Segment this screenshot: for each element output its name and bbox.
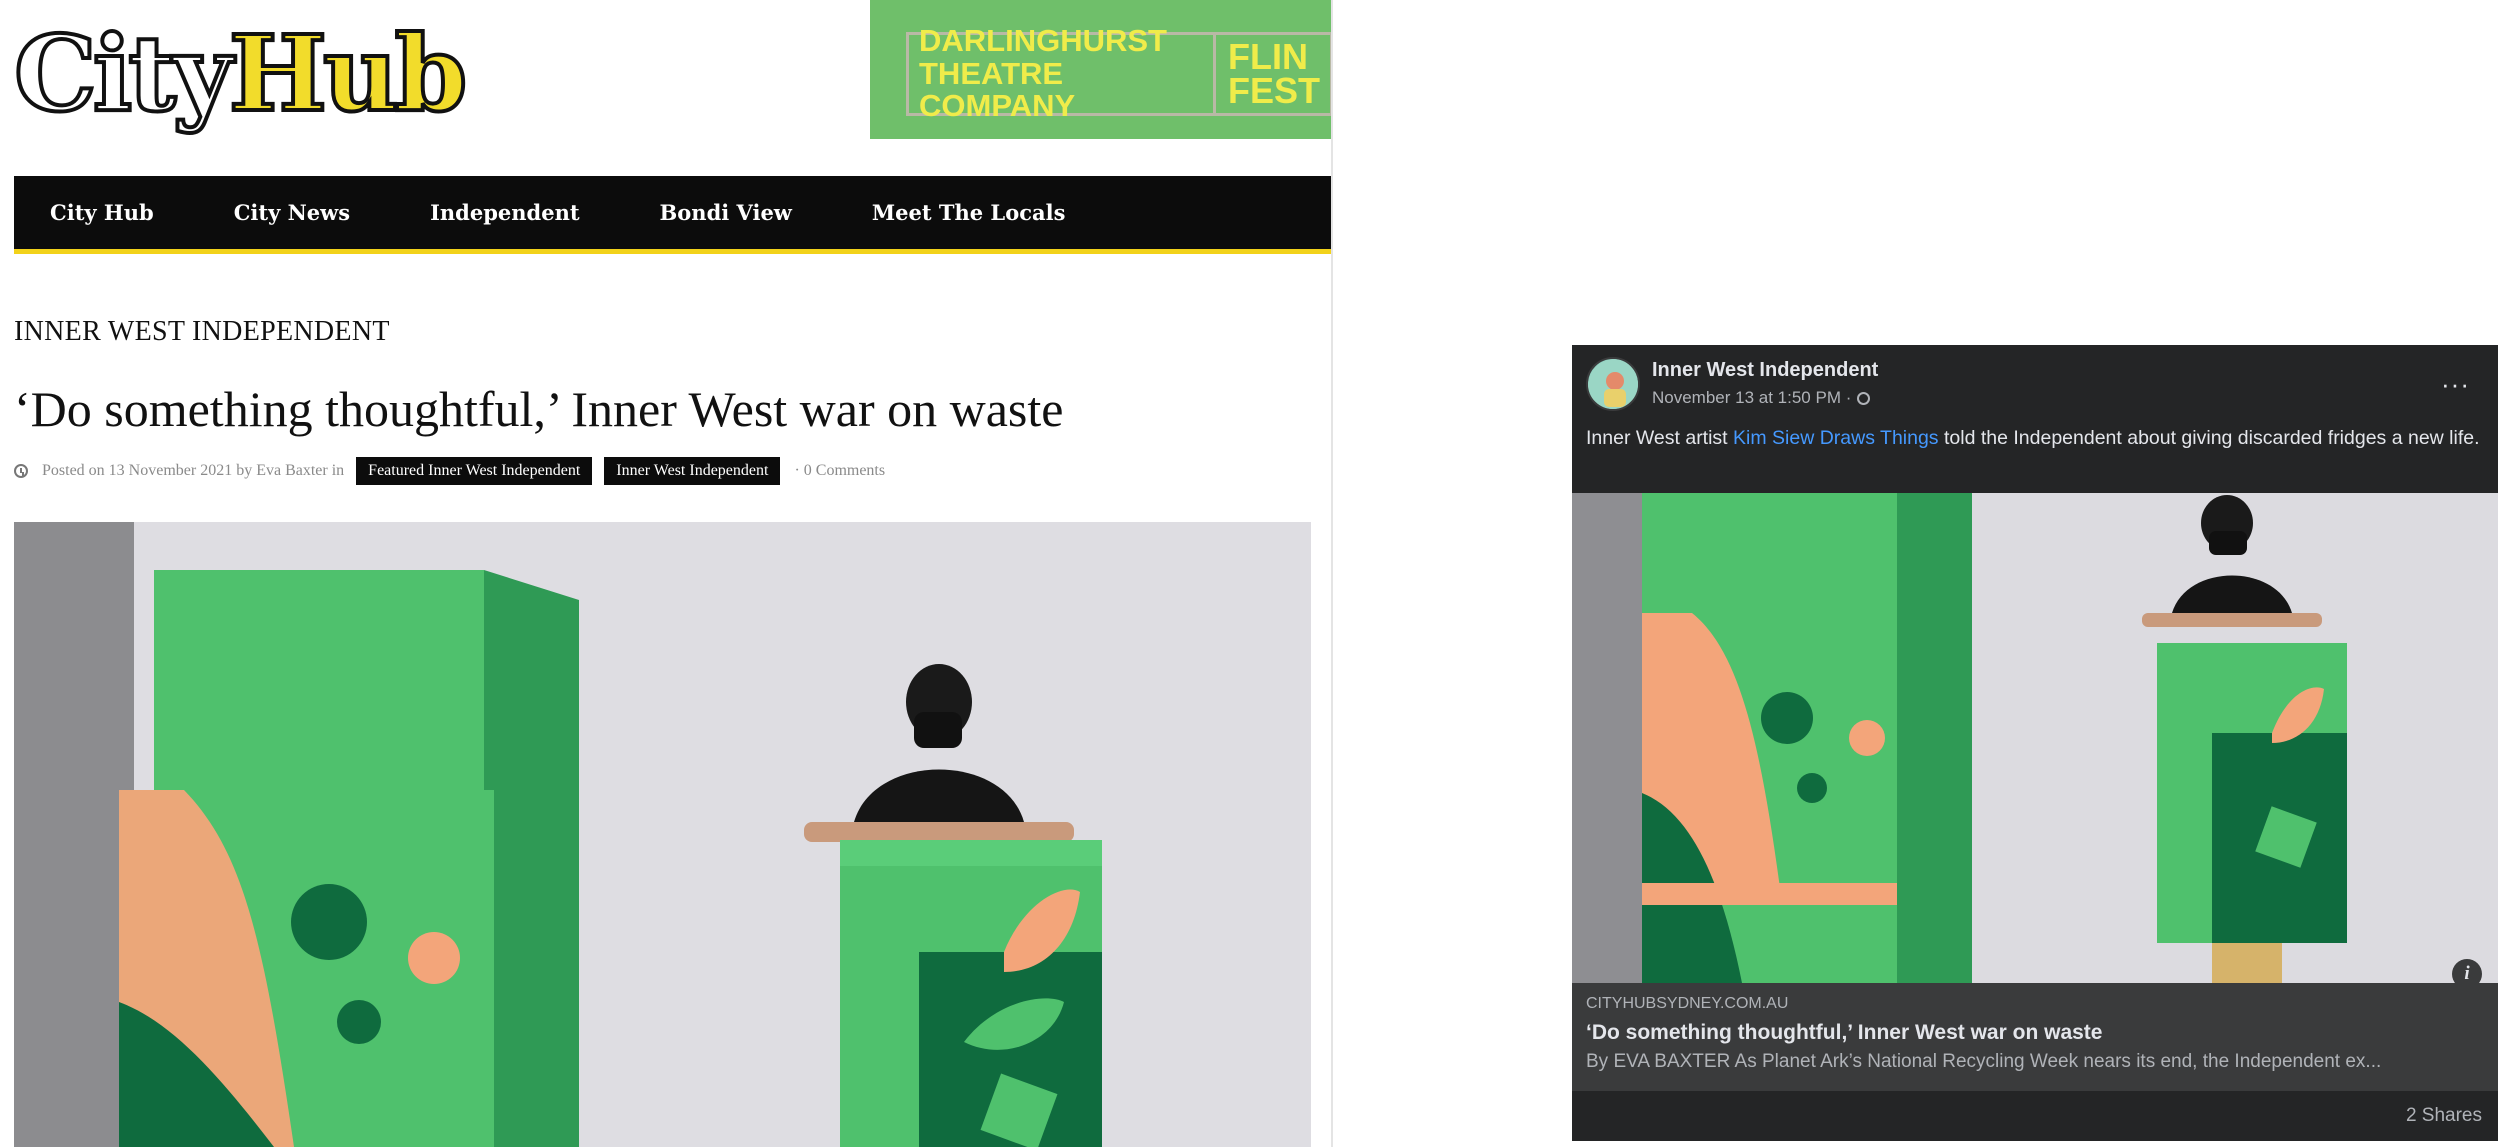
logo-hub-text: Hub [227, 12, 470, 135]
link-preview-card[interactable]: CITYHUBSYDNEY.COM.AU ‘Do something thoug… [1572, 983, 2498, 1091]
timestamp-text: November 13 at 1:50 PM · [1652, 388, 1852, 407]
logo-city-text: City [12, 12, 235, 135]
article-meta: Posted on 13 November 2021 by Eva Baxter… [14, 455, 885, 487]
main-nav: City Hub City News Independent Bondi Vie… [14, 176, 1331, 254]
article-headline: ‘Do something thoughtful,’ Inner West wa… [14, 381, 1064, 437]
banner-frame: DARLINGHURST THEATRE COMPANY FLIN FEST [906, 24, 1331, 122]
clock-icon [14, 464, 28, 478]
globe-icon [1857, 391, 1871, 405]
nav-item-independent[interactable]: Independent [430, 200, 579, 225]
post-text-after: told the Independent about giving discar… [1938, 427, 2480, 449]
link-domain: CITYHUBSYDNEY.COM.AU [1586, 995, 1789, 1012]
artist-with-painted-fridges-image [14, 522, 1311, 1147]
avatar-illustration-icon [1588, 359, 1638, 409]
cityhub-article-page: City Hub DARLINGHURST THEATRE COMPANY FLI… [0, 0, 1333, 1147]
more-options-button[interactable]: ··· [2441, 371, 2470, 397]
page-avatar[interactable] [1586, 357, 1640, 411]
nav-item-meet-the-locals[interactable]: Meet The Locals [872, 200, 1066, 225]
tag-featured-inner-west-independent[interactable]: Featured Inner West Independent [356, 457, 593, 485]
posted-by-text: Posted on 13 November 2021 by Eva Baxter… [42, 462, 345, 479]
post-text: Inner West artist Kim Siew Draws Things … [1586, 425, 2486, 452]
facebook-post-card: Inner West Independent November 13 at 1:… [1572, 345, 2498, 1141]
link-preview-image[interactable] [1572, 493, 2498, 983]
mention-link[interactable]: Kim Siew Draws Things [1733, 427, 1939, 449]
link-title: ‘Do something thoughtful,’ Inner West wa… [1586, 1021, 2103, 1044]
post-text-before: Inner West artist [1586, 427, 1734, 449]
cityhub-logo[interactable]: City Hub [12, 12, 470, 135]
painted-fridges-thumbnail [1572, 493, 2498, 983]
link-description: By EVA BAXTER As Planet Ark’s National R… [1586, 1051, 2382, 1072]
nav-item-city-news[interactable]: City News [234, 200, 350, 225]
page-name[interactable]: Inner West Independent [1652, 359, 1878, 382]
article-hero-image [14, 522, 1311, 1147]
banner-subtitle: FLIN FEST [1227, 35, 1320, 111]
category-kicker[interactable]: INNER WEST INDEPENDENT [14, 316, 390, 348]
advertisement-banner[interactable]: DARLINGHURST THEATRE COMPANY FLIN FEST [870, 0, 1331, 139]
banner-title: DARLINGHURST THEATRE COMPANY [919, 23, 1167, 124]
comments-count[interactable]: · 0 Comments [794, 462, 885, 480]
nav-item-city-hub[interactable]: City Hub [50, 200, 154, 225]
post-timestamp[interactable]: November 13 at 1:50 PM · [1652, 388, 1871, 408]
shares-count[interactable]: 2 Shares [2406, 1105, 2482, 1127]
tag-inner-west-independent[interactable]: Inner West Independent [604, 457, 781, 485]
nav-item-bondi-view[interactable]: Bondi View [660, 200, 792, 225]
